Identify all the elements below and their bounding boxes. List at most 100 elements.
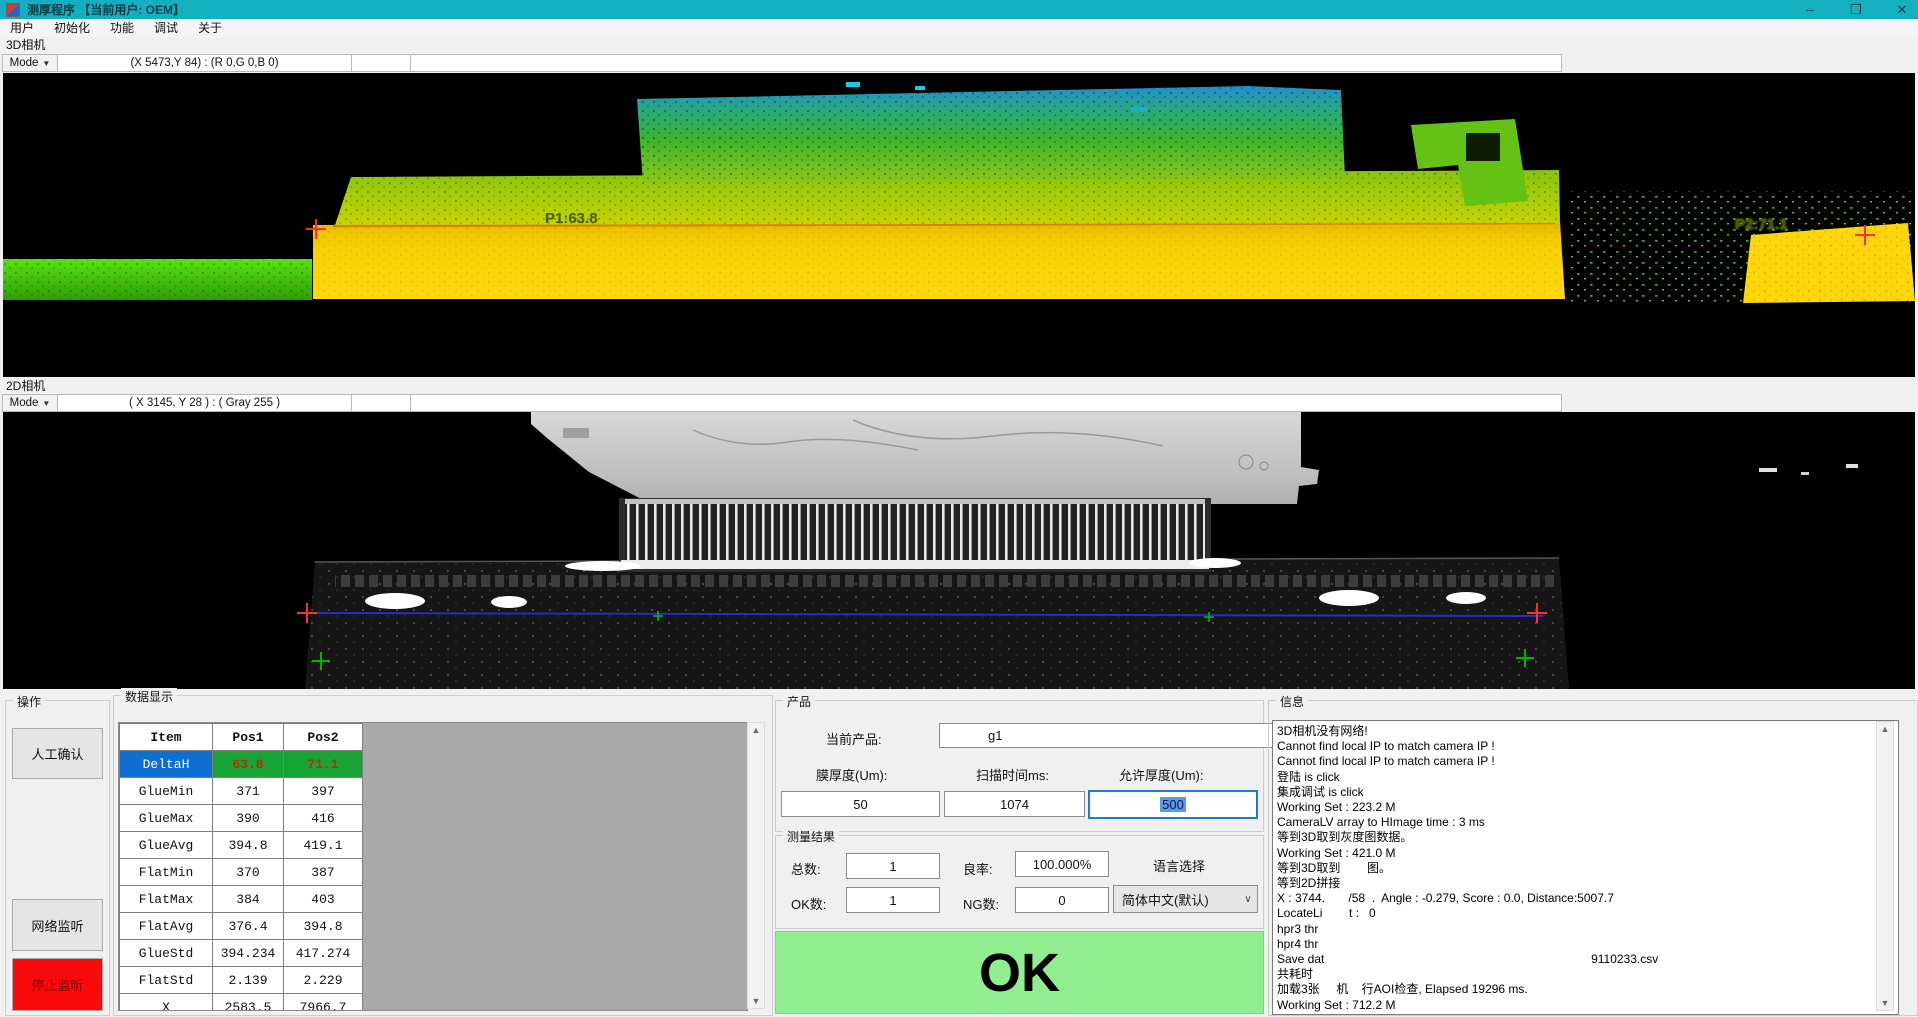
stop-listen-button[interactable]: 停止监听 — [12, 958, 103, 1011]
log-line: CameraLV array to HImage time : 3 ms — [1277, 815, 1898, 830]
data-grid-scrollbar[interactable]: ▲ ▼ — [747, 722, 765, 1009]
camera3d-view: P1:63.8 P2:71.1 — [3, 73, 1915, 377]
scroll-up-icon[interactable]: ▲ — [752, 723, 761, 737]
log-line: 集成调试 is click — [1277, 785, 1898, 800]
log-line: hpr3 thr — [1277, 922, 1898, 937]
menu-item-2[interactable]: 功能 — [100, 19, 144, 37]
camera2d-mode-button[interactable]: Mode▼ — [2, 394, 58, 412]
menu-item-4[interactable]: 关于 — [188, 19, 232, 37]
menu-item-1[interactable]: 初始化 — [44, 19, 100, 37]
log-line: hpr4 thr — [1277, 937, 1898, 952]
cell-item: FlatAvg — [120, 913, 213, 940]
cell-pos2: 71.1 — [284, 751, 363, 778]
film-thickness-input[interactable]: 50 — [781, 791, 940, 817]
cell-item: FlatMax — [120, 886, 213, 913]
camera3d-mode-button[interactable]: Mode▼ — [2, 54, 58, 72]
log-line: LocateLi t : 0 — [1277, 906, 1898, 921]
manual-confirm-button[interactable]: 人工确认 — [12, 728, 103, 779]
info-panel-title: 信息 — [1276, 693, 1308, 710]
chevron-down-icon: ▼ — [42, 59, 50, 68]
data-table: Item Pos1 Pos2 DeltaH63.871.1GlueMin3713… — [119, 723, 363, 1011]
log-line: Cannot find local IP to match camera IP … — [1277, 754, 1898, 769]
log-line: Save dat 9110233.csv — [1277, 952, 1898, 967]
scroll-down-icon[interactable]: ▼ — [752, 994, 761, 1008]
info-log-scrollbar[interactable]: ▲ ▼ — [1876, 721, 1894, 1011]
cell-pos1: 390 — [213, 805, 284, 832]
ng-count-input[interactable]: 0 — [1015, 887, 1109, 913]
cell-pos2: 387 — [284, 859, 363, 886]
cell-pos1: 394.8 — [213, 832, 284, 859]
camera2d-view — [3, 412, 1915, 689]
table-row[interactable]: X2583.57966.7 — [120, 994, 363, 1012]
cell-pos2: 7966.7 — [284, 994, 363, 1012]
scan-time-label: 扫描时间ms: — [976, 765, 1049, 784]
log-line: 登陆 is click — [1277, 770, 1898, 785]
camera2d-label: 2D相机 — [6, 379, 45, 394]
log-line: 加载3张 机 行AOI检查, Elapsed 19296 ms. — [1277, 982, 1898, 997]
camera3d-toolbar-cell — [352, 54, 411, 72]
menu-item-0[interactable]: 用户 — [0, 19, 44, 37]
cell-item: GlueStd — [120, 940, 213, 967]
table-row[interactable]: FlatAvg376.4394.8 — [120, 913, 363, 940]
table-row[interactable]: FlatMax384403 — [120, 886, 363, 913]
ok-count-input[interactable]: 1 — [846, 887, 940, 913]
p2-measure-label: P2:71.1 — [1735, 216, 1788, 233]
result-status-indicator: OK — [775, 931, 1264, 1014]
yield-input[interactable]: 100.000% — [1015, 851, 1109, 877]
cell-item: DeltaH — [120, 751, 213, 778]
camera2d-mode-bar: Mode▼ ( X 3145, Y 28 ) : ( Gray 255 ) — [2, 394, 1916, 412]
scroll-up-icon[interactable]: ▲ — [1881, 722, 1890, 736]
current-product-input[interactable]: g1 — [939, 723, 1305, 748]
table-row[interactable]: FlatStd2.1392.229 — [120, 967, 363, 994]
table-header-row: Item Pos1 Pos2 — [120, 724, 363, 751]
camera2d-toolbar-cell — [411, 394, 1562, 412]
log-line: 共耗时 — [1277, 967, 1898, 982]
cell-pos1: 2583.5 — [213, 994, 284, 1012]
results-panel: 测量结果 总数: 1 良率: 100.000% 语言选择 OK数: 1 NG数:… — [775, 835, 1264, 929]
2d-grayscale-image — [3, 412, 1915, 689]
log-line: X : 3744. /58 . Angle : -0.279, Score : … — [1277, 891, 1898, 906]
maximize-button[interactable]: ❐ — [1848, 0, 1864, 19]
title-bar: 测厚程序 【当前用户: OEM】 – ❐ ✕ — [0, 0, 1918, 19]
language-select-dropdown[interactable]: 简体中文(默认) ∨ — [1113, 885, 1258, 913]
column-header-pos2[interactable]: Pos2 — [284, 724, 363, 751]
app-icon — [6, 3, 20, 17]
log-line: 等到3D取到 图。 — [1277, 861, 1898, 876]
scroll-down-icon[interactable]: ▼ — [1881, 996, 1890, 1010]
camera2d-toolbar-cell — [352, 394, 411, 412]
column-header-item[interactable]: Item — [120, 724, 213, 751]
log-line: 等到2D拼接 — [1277, 876, 1898, 891]
info-log[interactable]: 3D相机没有网络!Cannot find local IP to match c… — [1272, 720, 1899, 1015]
allow-thickness-input[interactable]: 500 — [1088, 790, 1258, 819]
table-row[interactable]: DeltaH63.871.1 — [120, 751, 363, 778]
cell-pos2: 416 — [284, 805, 363, 832]
menu-bar: 用户初始化功能调试关于 — [0, 19, 1918, 37]
scan-time-input[interactable]: 1074 — [944, 791, 1085, 817]
cell-pos2: 417.274 — [284, 940, 363, 967]
cell-item: GlueMin — [120, 778, 213, 805]
minimize-button[interactable]: – — [1802, 0, 1818, 19]
log-line: Working Set : 421.0 M — [1277, 846, 1898, 861]
table-row[interactable]: FlatMin370387 — [120, 859, 363, 886]
table-row[interactable]: GlueMin371397 — [120, 778, 363, 805]
chevron-down-icon: ∨ — [1239, 894, 1257, 905]
network-listen-button[interactable]: 网络监听 — [12, 899, 103, 951]
data-grid: Item Pos1 Pos2 DeltaH63.871.1GlueMin3713… — [118, 722, 748, 1011]
menu-item-3[interactable]: 调试 — [144, 19, 188, 37]
data-display-title: 数据显示 — [121, 688, 177, 705]
cell-item: X — [120, 994, 213, 1012]
product-panel-title: 产品 — [783, 693, 815, 710]
cell-item: GlueMax — [120, 805, 213, 832]
total-input[interactable]: 1 — [846, 853, 940, 879]
data-table-body: DeltaH63.871.1GlueMin371397GlueMax390416… — [120, 751, 363, 1012]
table-row[interactable]: GlueStd394.234417.274 — [120, 940, 363, 967]
table-row[interactable]: GlueAvg394.8419.1 — [120, 832, 363, 859]
column-header-pos1[interactable]: Pos1 — [213, 724, 284, 751]
close-button[interactable]: ✕ — [1894, 0, 1910, 19]
ng-count-label: NG数: — [963, 894, 999, 913]
cell-pos1: 371 — [213, 778, 284, 805]
product-panel: 产品 当前产品: g1 膜厚度(Um): 扫描时间ms: 允许厚度(Um): 5… — [775, 700, 1264, 832]
table-row[interactable]: GlueMax390416 — [120, 805, 363, 832]
log-line: Cannot find local IP to match camera IP … — [1277, 739, 1898, 754]
cell-pos1: 63.8 — [213, 751, 284, 778]
